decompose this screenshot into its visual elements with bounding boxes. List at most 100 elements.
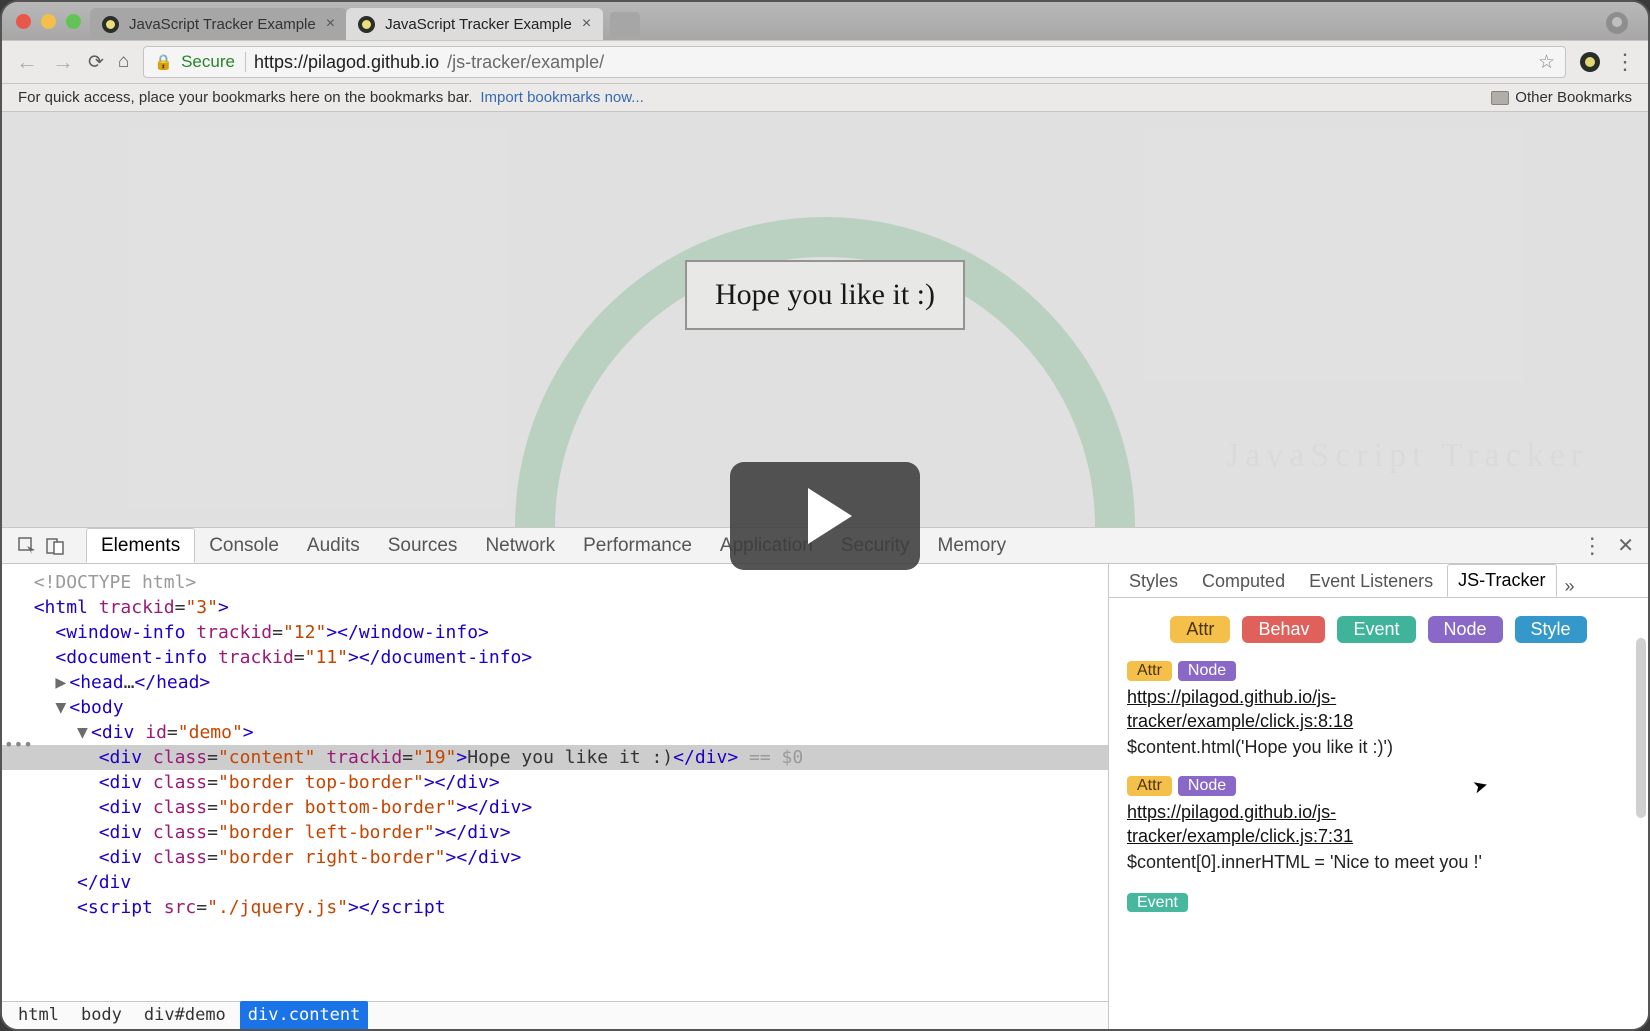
dom-breadcrumb[interactable]: htmlbodydiv#demodiv.content (2, 1001, 1108, 1029)
devtools-tab-elements[interactable]: Elements (86, 528, 195, 563)
devtools-tab-console[interactable]: Console (195, 529, 293, 562)
entry-source-link[interactable]: https://pilagod.github.io/js- (1127, 685, 1630, 709)
folder-icon (1491, 91, 1509, 105)
favicon-icon (358, 16, 375, 33)
profile-avatar-icon[interactable] (1606, 12, 1628, 34)
scrollbar[interactable] (1636, 638, 1646, 818)
entry-source-link[interactable]: tracker/example/click.js:8:18 (1127, 709, 1630, 733)
device-toolbar-icon[interactable] (44, 535, 66, 557)
devtools-tab-performance[interactable]: Performance (569, 529, 706, 562)
bookmarks-hint-text: For quick access, place your bookmarks h… (18, 89, 472, 106)
close-tab-icon[interactable]: × (582, 15, 591, 33)
breadcrumb-item[interactable]: div.content (240, 1001, 369, 1029)
dom-line[interactable]: <script src="./jquery.js"></script (2, 895, 1108, 920)
filter-badge-attr[interactable]: Attr (1170, 616, 1230, 643)
dom-line[interactable]: <div class="border bottom-border"></div> (2, 795, 1108, 820)
devtools-body: ••• <!DOCTYPE html> <html trackid="3"> <… (2, 564, 1648, 1029)
other-bookmarks-button[interactable]: Other Bookmarks (1491, 89, 1632, 106)
browser-window: JavaScript Tracker Example × JavaScript … (0, 0, 1650, 1031)
filter-badge-style[interactable]: Style (1515, 616, 1587, 643)
close-window-icon[interactable] (16, 14, 31, 29)
devtools-tab-memory[interactable]: Memory (924, 529, 1021, 562)
js-tracker-panel: Attr Behav Event Node Style Attr Node https://… (1109, 598, 1648, 924)
other-bookmarks-label: Other Bookmarks (1515, 89, 1632, 106)
watermark-text: JavaScript Tracker (1226, 437, 1588, 475)
devtools-sidebar: StylesComputedEvent ListenersJS-Tracker »… (1108, 564, 1648, 1029)
forward-button[interactable]: → (52, 49, 74, 75)
devtools-close-icon[interactable]: ✕ (1617, 533, 1634, 558)
dom-line[interactable]: <div class="border top-border"></div> (2, 770, 1108, 795)
favicon-icon (102, 16, 119, 33)
browser-menu-icon[interactable]: ⋮ (1614, 49, 1634, 75)
tab-title: JavaScript Tracker Example (385, 16, 572, 33)
close-tab-icon[interactable]: × (326, 15, 335, 33)
url-host: https://pilagod.github.io (254, 52, 439, 73)
secure-label: Secure (181, 52, 246, 72)
sidebar-tabs: StylesComputedEvent ListenersJS-Tracker » (1109, 564, 1648, 598)
import-bookmarks-link[interactable]: Import bookmarks now... (480, 89, 643, 106)
dom-line[interactable]: <div class="border left-border"></div> (2, 820, 1108, 845)
tab-title: JavaScript Tracker Example (129, 16, 316, 33)
breadcrumb-item[interactable]: html (10, 1001, 67, 1029)
sidebar-tab-computed[interactable]: Computed (1192, 566, 1295, 597)
devtools-tab-sources[interactable]: Sources (374, 529, 472, 562)
url-path: /js-tracker/example/ (447, 52, 604, 73)
entry-tag[interactable]: Event (1127, 893, 1188, 912)
demo-content-box[interactable]: Hope you like it :) (685, 260, 965, 330)
entry-source-link[interactable]: tracker/example/click.js:7:31 (1127, 824, 1630, 848)
sidebar-tab-js-tracker[interactable]: JS-Tracker (1447, 564, 1556, 597)
breadcrumb-item[interactable]: body (73, 1001, 130, 1029)
elements-dom-tree[interactable]: ••• <!DOCTYPE html> <html trackid="3"> <… (2, 564, 1108, 1029)
play-icon (808, 488, 852, 544)
sidebar-tab-styles[interactable]: Styles (1119, 566, 1188, 597)
devtools: ElementsConsoleAuditsSourcesNetworkPerfo… (2, 527, 1648, 1029)
demo-content-text: Hope you like it :) (715, 278, 935, 311)
toolbar: ← → ⟳ ⌂ 🔒 Secure https://pilagod.github.… (2, 40, 1648, 84)
minimize-window-icon[interactable] (41, 14, 56, 29)
dom-line[interactable]: <html trackid="3"> (2, 595, 1108, 620)
sidebar-tabs-overflow-icon[interactable]: » (1565, 576, 1575, 597)
tracker-entry: Attr Node https://pilagod.github.io/js-tra… (1127, 776, 1630, 873)
dom-line[interactable]: <!DOCTYPE html> (2, 570, 1108, 595)
devtools-tab-audits[interactable]: Audits (293, 529, 374, 562)
dom-line[interactable]: ▼<div id="demo"> (2, 720, 1108, 745)
new-tab-button[interactable] (610, 12, 640, 38)
tab-2[interactable]: JavaScript Tracker Example × (346, 8, 603, 40)
tab-1[interactable]: JavaScript Tracker Example × (90, 8, 347, 40)
entry-tag[interactable]: Node (1178, 776, 1236, 796)
devtools-tab-network[interactable]: Network (471, 529, 569, 562)
home-button[interactable]: ⌂ (118, 51, 129, 73)
tab-strip: JavaScript Tracker Example × JavaScript … (2, 2, 1648, 40)
dom-line[interactable]: ▼<body (2, 695, 1108, 720)
entry-source-link[interactable]: https://pilagod.github.io/js- (1127, 800, 1630, 824)
back-button[interactable]: ← (16, 49, 38, 75)
bookmark-star-icon[interactable]: ☆ (1538, 51, 1555, 74)
dom-line[interactable]: </div (2, 870, 1108, 895)
address-bar[interactable]: 🔒 Secure https://pilagod.github.io/js-tr… (143, 46, 1566, 78)
play-button[interactable] (730, 462, 920, 570)
dom-line[interactable]: <window-info trackid="12"></window-info> (2, 620, 1108, 645)
entry-tag[interactable]: Node (1178, 661, 1236, 681)
entry-code: $content.html('Hope you like it :)') (1127, 737, 1630, 758)
filter-badge-behav[interactable]: Behav (1242, 616, 1325, 643)
filter-badge-node[interactable]: Node (1428, 616, 1503, 643)
breadcrumb-item[interactable]: div#demo (136, 1001, 234, 1029)
reload-button[interactable]: ⟳ (88, 51, 104, 74)
overflow-gutter-icon: ••• (4, 732, 33, 757)
entry-tag[interactable]: Attr (1127, 661, 1172, 681)
dom-line[interactable]: ▶<head…</head> (2, 670, 1108, 695)
extension-icon[interactable] (1580, 52, 1600, 72)
entry-code: $content[0].innerHTML = 'Nice to meet yo… (1127, 852, 1630, 873)
dom-line[interactable]: <document-info trackid="11"></document-i… (2, 645, 1108, 670)
inspect-element-icon[interactable] (16, 535, 38, 557)
lock-icon: 🔒 (154, 53, 173, 71)
sidebar-tab-event-listeners[interactable]: Event Listeners (1299, 566, 1443, 597)
dom-line[interactable]: <div class="content" trackid="19">Hope y… (2, 745, 1108, 770)
devtools-menu-icon[interactable]: ⋮ (1581, 533, 1601, 559)
filter-badge-event[interactable]: Event (1337, 616, 1415, 643)
dom-line[interactable]: <div class="border right-border"></div> (2, 845, 1108, 870)
tabs: JavaScript Tracker Example × JavaScript … (90, 2, 640, 40)
maximize-window-icon[interactable] (66, 14, 81, 29)
entry-tag[interactable]: Attr (1127, 776, 1172, 796)
bookmarks-bar: For quick access, place your bookmarks h… (2, 84, 1648, 112)
